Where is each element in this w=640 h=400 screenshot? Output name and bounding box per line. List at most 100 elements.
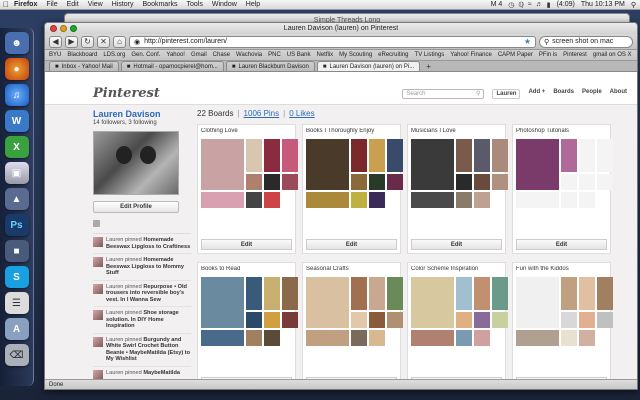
board-card[interactable]: Books I Thoroughly Enjoy Edit <box>302 124 403 254</box>
pin-thumbnail[interactable] <box>597 139 613 172</box>
nav-boards[interactable]: Boards <box>553 89 574 99</box>
profile-name[interactable]: Lauren Davison <box>93 109 191 119</box>
menu-tools[interactable]: Tools <box>187 1 203 8</box>
pin-thumbnail[interactable] <box>561 139 577 172</box>
pin-thumbnail[interactable] <box>246 139 262 172</box>
pin-thumbnail[interactable] <box>492 312 508 328</box>
pin-thumbnail[interactable] <box>369 174 385 190</box>
bookmark-item[interactable]: Gen. Conf. <box>131 52 160 58</box>
bookmark-item[interactable]: PFin is <box>539 52 557 58</box>
menu-bookmarks[interactable]: Bookmarks <box>143 1 178 8</box>
rss-icon[interactable] <box>93 220 100 227</box>
pin-thumbnail[interactable] <box>387 174 403 190</box>
pin-thumbnail[interactable] <box>474 192 490 208</box>
pin-thumbnail[interactable] <box>597 174 613 190</box>
activity-item[interactable]: Lauren pinned Shoe storage solution. In … <box>93 307 191 334</box>
pin-thumbnail[interactable] <box>201 192 244 208</box>
pin-thumbnail[interactable] <box>369 312 385 328</box>
apple-icon[interactable]:  <box>2 0 10 9</box>
pin-thumbnail[interactable] <box>387 277 403 310</box>
pin-thumbnail[interactable] <box>492 174 508 190</box>
activity-thumbnail[interactable] <box>93 237 103 247</box>
pin-thumbnail[interactable] <box>456 174 472 190</box>
activity-item[interactable]: Lauren pinned Repurpose • Old trousers i… <box>93 281 191 307</box>
forward-button[interactable]: ▶ <box>65 35 78 48</box>
pin-thumbnail[interactable] <box>306 139 349 190</box>
activity-item[interactable]: Lauren pinned Homemade Beeswax Lipgloss … <box>93 254 191 281</box>
back-button[interactable]: ◀ <box>49 35 62 48</box>
pin-thumbnail[interactable] <box>474 277 490 310</box>
activity-thumbnail[interactable] <box>93 257 103 267</box>
pin-thumbnail[interactable] <box>411 139 454 190</box>
bluetooth-icon[interactable]: ℚ <box>518 1 524 9</box>
spotlight-icon[interactable]: ⚲ <box>631 1 636 9</box>
menu-history[interactable]: History <box>112 1 134 8</box>
bookmark-item[interactable]: Yahoo! Finance <box>450 52 492 58</box>
pin-thumbnail[interactable] <box>579 330 595 346</box>
board-card[interactable]: Color Scheme InspirationEdit <box>407 262 508 381</box>
pin-thumbnail[interactable] <box>579 139 595 172</box>
pin-thumbnail[interactable] <box>474 174 490 190</box>
pin-thumbnail[interactable] <box>456 312 472 328</box>
pin-thumbnail[interactable] <box>369 139 385 172</box>
board-title[interactable]: Color Scheme Inspiration <box>411 266 502 276</box>
pin-thumbnail[interactable] <box>474 312 490 328</box>
pin-thumbnail[interactable] <box>474 330 490 346</box>
pin-thumbnail[interactable] <box>246 330 262 346</box>
board-card[interactable]: Clothing Love Edit <box>197 124 298 254</box>
word-icon[interactable]: W <box>4 110 29 132</box>
pin-thumbnail[interactable] <box>201 139 244 190</box>
activity-item[interactable]: Lauren pinned Burgundy and White Swirl C… <box>93 334 191 367</box>
menu-help[interactable]: Help <box>246 1 260 8</box>
menu-file[interactable]: File <box>46 1 57 8</box>
board-card[interactable]: Books to ReadEdit <box>197 262 298 381</box>
pin-thumbnail[interactable] <box>351 174 367 190</box>
board-title[interactable]: Photoshop Tutorials <box>516 128 607 138</box>
search-input[interactable]: screen shot on mac <box>552 38 613 45</box>
board-title[interactable]: Clothing Love <box>201 128 292 138</box>
tab[interactable]: ■ Hotmail - opamocpierel@hom... <box>120 61 224 71</box>
pin-thumbnail[interactable] <box>516 139 559 190</box>
board-card[interactable]: Photoshop Tutorials Edit <box>512 124 613 254</box>
mail-tray-label[interactable]: M 4 <box>491 1 503 8</box>
close-button[interactable] <box>50 25 57 32</box>
bookmark-item[interactable]: Yahoo! <box>166 52 185 58</box>
applications-folder-icon[interactable]: A <box>4 318 29 340</box>
pin-thumbnail[interactable] <box>579 192 595 208</box>
pin-thumbnail[interactable] <box>456 139 472 172</box>
activity-thumbnail[interactable] <box>93 310 103 320</box>
activity-item[interactable]: Lauren pinned Homemade Beeswax Lipgloss … <box>93 234 191 254</box>
photoshop-icon[interactable]: Ps <box>4 214 29 236</box>
pin-thumbnail[interactable] <box>264 312 280 328</box>
bookmark-item[interactable]: Pinterest <box>563 52 587 58</box>
pin-thumbnail[interactable] <box>351 192 367 208</box>
pin-thumbnail[interactable] <box>369 330 385 346</box>
finder-icon[interactable]: ☻ <box>4 32 29 54</box>
zoom-button[interactable] <box>70 25 77 32</box>
bookmark-item[interactable]: My Scouting <box>339 52 372 58</box>
pin-thumbnail[interactable] <box>561 174 577 190</box>
preview-icon[interactable]: ▣ <box>4 162 29 184</box>
pin-thumbnail[interactable] <box>561 330 577 346</box>
pin-thumbnail[interactable] <box>351 312 367 328</box>
bookmark-item[interactable]: BYU <box>49 52 61 58</box>
itunes-icon[interactable]: ♫ <box>4 84 29 106</box>
pin-thumbnail[interactable] <box>411 330 454 346</box>
tab[interactable]: ■ Inbox - Yahoo! Mail <box>49 61 119 71</box>
bookmark-item[interactable]: Netflix <box>316 52 333 58</box>
board-edit-button[interactable]: Edit <box>201 239 292 250</box>
bookmark-item[interactable]: US Bank <box>287 52 311 58</box>
pin-thumbnail[interactable] <box>387 312 403 328</box>
search-box[interactable]: ⚲ screen shot on mac <box>539 35 633 48</box>
pin-thumbnail[interactable] <box>474 139 490 172</box>
search-engine-icon[interactable]: ⚲ <box>544 38 549 46</box>
menu-app[interactable]: Firefox <box>14 1 37 8</box>
home-button[interactable]: ⌂ <box>113 35 126 48</box>
board-title[interactable]: Fun with the Kiddos <box>516 266 607 276</box>
bookmark-item[interactable]: TV Listings <box>415 52 445 58</box>
nav-about[interactable]: About <box>610 89 627 99</box>
likes-count-link[interactable]: 0 Likes <box>289 109 314 121</box>
stop-button[interactable]: ✕ <box>97 35 110 48</box>
pin-thumbnail[interactable] <box>561 277 577 310</box>
pinterest-search-input[interactable]: Search ⚲ <box>402 88 485 99</box>
